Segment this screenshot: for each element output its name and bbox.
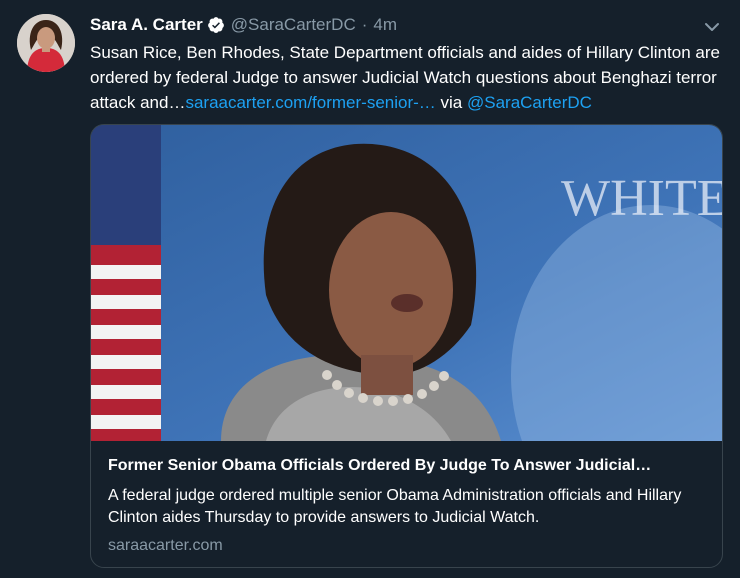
tweet-header: Sara A. Carter @SaraCarterDC · 4m xyxy=(90,14,397,36)
mention-link[interactable]: @SaraCarterDC xyxy=(467,93,592,112)
link-card[interactable]: WHITE H xyxy=(90,124,723,568)
avatar[interactable] xyxy=(17,14,75,72)
card-image: WHITE H xyxy=(91,125,722,545)
tweet-text: Susan Rice, Ben Rhodes, State Department… xyxy=(90,40,730,115)
via-text: via xyxy=(435,93,467,112)
chevron-down-icon[interactable] xyxy=(701,16,723,38)
card-body: Former Senior Obama Officials Ordered By… xyxy=(108,455,708,555)
tweet-timestamp[interactable]: 4m xyxy=(373,15,397,35)
tweet[interactable]: Sara A. Carter @SaraCarterDC · 4m Susan … xyxy=(0,0,740,578)
podium-seal-text: WHITE H xyxy=(561,170,722,227)
article-link[interactable]: saraacarter.com/former-senior-… xyxy=(185,93,435,112)
card-title[interactable]: Former Senior Obama Officials Ordered By… xyxy=(108,455,708,477)
card-domain: saraacarter.com xyxy=(108,537,223,554)
author-handle[interactable]: @SaraCarterDC xyxy=(231,15,356,35)
verified-badge-icon xyxy=(207,16,225,34)
separator-dot: · xyxy=(361,15,368,34)
author-name[interactable]: Sara A. Carter xyxy=(90,15,203,35)
card-description: A federal judge ordered multiple senior … xyxy=(108,487,682,526)
